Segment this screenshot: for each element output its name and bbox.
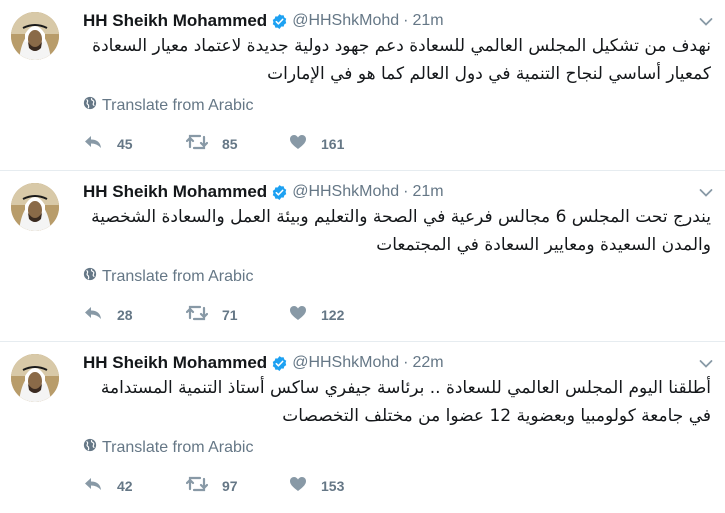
retweet-icon [185, 476, 222, 495]
author-name[interactable]: HH Sheikh Mohammed [83, 353, 267, 373]
tweet-actions: 45 85 161 [83, 134, 392, 153]
separator-dot: · [403, 183, 409, 200]
tweet-text: نهدف من تشكيل المجلس العالمي للسعادة دعم… [92, 36, 711, 84]
avatar[interactable] [11, 354, 59, 402]
like-count: 153 [321, 477, 345, 494]
chevron-down-icon[interactable] [699, 14, 713, 26]
author-handle[interactable]: @HHShkMohd [292, 183, 399, 201]
retweet-icon [185, 134, 222, 153]
like-count: 161 [321, 135, 345, 152]
tweet-text: يندرج تحت المجلس 6 مجالس فرعية في الصحة … [91, 207, 711, 255]
avatar[interactable] [11, 12, 59, 60]
heart-icon [289, 305, 321, 324]
tweet[interactable]: HH Sheikh Mohammed @HHShkMohd · 21m نهدف… [0, 0, 725, 171]
chevron-down-icon[interactable] [699, 185, 713, 197]
tweet-timestamp[interactable]: 21m [412, 12, 443, 30]
tweet-timeline: HH Sheikh Mohammed @HHShkMohd · 21m نهدف… [0, 0, 725, 513]
author-handle[interactable]: @HHShkMohd [292, 354, 399, 372]
like-count: 122 [321, 306, 345, 323]
heart-icon [289, 134, 321, 153]
globe-icon [83, 267, 102, 286]
author-name[interactable]: HH Sheikh Mohammed [83, 11, 267, 31]
reply-count: 45 [117, 135, 133, 152]
like-button[interactable]: 153 [289, 476, 392, 495]
translate-link[interactable]: Translate from Arabic [83, 267, 253, 286]
reply-icon [83, 476, 117, 495]
reply-button[interactable]: 45 [83, 134, 186, 153]
like-button[interactable]: 122 [289, 305, 392, 324]
retweet-count: 97 [222, 477, 238, 494]
tweet-actions: 28 71 122 [83, 305, 392, 324]
author-handle[interactable]: @HHShkMohd [292, 12, 399, 30]
globe-icon [83, 96, 102, 115]
tweet-text: أطلقنا اليوم المجلس العالمي للسعادة .. ب… [100, 378, 711, 426]
retweet-button[interactable]: 97 [185, 476, 289, 495]
reply-button[interactable]: 42 [83, 476, 186, 495]
verified-badge-icon [271, 13, 288, 30]
chevron-down-icon[interactable] [699, 356, 713, 368]
author-name[interactable]: HH Sheikh Mohammed [83, 182, 267, 202]
avatar[interactable] [11, 183, 59, 231]
globe-icon [83, 438, 102, 457]
tweet-timestamp[interactable]: 22m [412, 354, 443, 372]
retweet-count: 85 [222, 135, 238, 152]
reply-icon [83, 305, 117, 324]
retweet-button[interactable]: 85 [185, 134, 289, 153]
heart-icon [289, 476, 321, 495]
retweet-icon [185, 305, 222, 324]
reply-count: 28 [117, 306, 133, 323]
verified-badge-icon [271, 184, 288, 201]
tweet-actions: 42 97 153 [83, 476, 392, 495]
translate-link[interactable]: Translate from Arabic [83, 96, 253, 115]
tweet[interactable]: HH Sheikh Mohammed @HHShkMohd · 21m يندر… [0, 171, 725, 342]
verified-badge-icon [271, 355, 288, 372]
reply-button[interactable]: 28 [83, 305, 186, 324]
translate-link[interactable]: Translate from Arabic [83, 438, 253, 457]
separator-dot: · [403, 12, 409, 29]
tweet-timestamp[interactable]: 21m [412, 183, 443, 201]
separator-dot: · [403, 354, 409, 371]
translate-label: Translate from Arabic [102, 438, 254, 456]
retweet-count: 71 [222, 306, 238, 323]
translate-label: Translate from Arabic [102, 96, 254, 114]
retweet-button[interactable]: 71 [185, 305, 289, 324]
reply-icon [83, 134, 117, 153]
reply-count: 42 [117, 477, 133, 494]
tweet[interactable]: HH Sheikh Mohammed @HHShkMohd · 22m أطلق… [0, 342, 725, 513]
like-button[interactable]: 161 [289, 134, 392, 153]
translate-label: Translate from Arabic [102, 267, 254, 285]
